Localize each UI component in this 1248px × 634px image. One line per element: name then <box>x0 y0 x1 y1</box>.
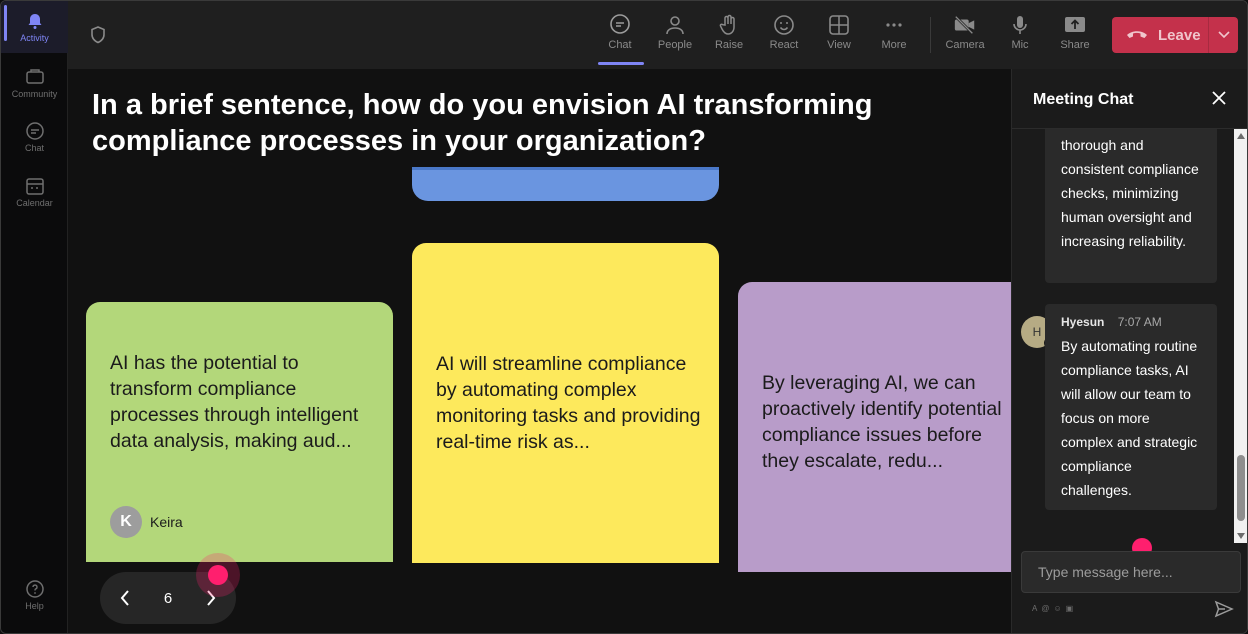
more-button[interactable]: More <box>869 13 919 51</box>
chat-icon <box>25 121 45 141</box>
react-button[interactable]: React <box>759 13 809 51</box>
view-button[interactable]: View <box>814 13 864 51</box>
mic-button[interactable]: Mic <box>995 13 1045 51</box>
microphone-icon <box>1008 13 1032 37</box>
more-label: More <box>881 39 907 51</box>
camera-label: Camera <box>945 39 985 51</box>
active-tab-indicator <box>598 62 644 65</box>
react-label: React <box>769 39 799 51</box>
hand-icon <box>717 13 741 37</box>
send-icon[interactable] <box>1214 599 1234 619</box>
grid-view-icon <box>827 13 851 37</box>
view-label: View <box>827 39 851 51</box>
chat-bubble-icon <box>608 13 632 37</box>
chat-message: Hyesun 7:07 AM By automating routine com… <box>1045 304 1217 510</box>
next-page-button[interactable] <box>199 586 223 610</box>
chat-title: Meeting Chat <box>1033 91 1134 108</box>
poll-question: In a brief sentence, how do you envision… <box>92 89 873 157</box>
response-card[interactable]: AI has the potential to transform compli… <box>86 302 393 562</box>
meeting-chat-panel: Meeting Chat thorough and consistent com… <box>1011 69 1247 633</box>
calendar-icon <box>25 176 45 196</box>
toolbar-divider <box>930 17 931 53</box>
presentation-stage: In a brief sentence, how do you envision… <box>68 69 1011 633</box>
meeting-toolbar: Chat People Raise React View More Camera… <box>68 1 1247 69</box>
leave-button[interactable]: Leave <box>1112 17 1238 53</box>
teams-meeting-window: Activity Community Chat Calendar Help Ch… <box>0 0 1248 634</box>
more-dots-icon <box>882 13 906 37</box>
people-label: People <box>657 39 693 51</box>
rail-label-chat: Chat <box>24 143 44 153</box>
rail-item-community[interactable]: Community <box>1 67 68 99</box>
raise-hand-button[interactable]: Raise <box>704 13 754 51</box>
rail-label-community: Community <box>11 89 58 99</box>
share-screen-icon <box>1063 13 1087 37</box>
camera-button[interactable]: Camera <box>940 13 990 51</box>
response-text: AI has the potential to transform compli… <box>110 352 359 452</box>
chat-label: Chat <box>608 39 632 51</box>
camera-off-icon <box>953 13 977 37</box>
avatar: K <box>110 506 142 538</box>
person-icon <box>663 13 687 37</box>
chat-button[interactable]: Chat <box>595 13 645 51</box>
rail-label-activity: Activity <box>20 33 49 43</box>
format-toolbar: A @ ☺ ▣ <box>1032 604 1073 613</box>
hang-up-icon <box>1126 27 1148 44</box>
shield-icon[interactable] <box>88 25 108 45</box>
chat-scrollbar[interactable] <box>1234 129 1247 543</box>
message-time: 7:07 AM <box>1117 315 1162 329</box>
raise-label: Raise <box>714 39 744 51</box>
bell-icon <box>25 11 45 31</box>
smiley-icon <box>772 13 796 37</box>
scroll-up-icon[interactable] <box>1237 133 1245 139</box>
people-button[interactable]: People <box>650 13 700 51</box>
community-icon <box>25 67 45 87</box>
rail-label-help: Help <box>25 601 44 611</box>
page-number: 6 <box>163 589 173 607</box>
response-card-partial[interactable] <box>412 167 719 201</box>
response-card[interactable]: AI will streamline compliance by automat… <box>412 243 719 563</box>
chevron-down-icon[interactable] <box>1208 17 1238 53</box>
format-text-icon[interactable]: A <box>1032 604 1037 613</box>
scroll-down-icon[interactable] <box>1237 533 1245 539</box>
avatar-initial: H <box>1032 325 1042 339</box>
rail-item-calendar[interactable]: Calendar <box>1 176 68 208</box>
message-text: thorough and consistent compliance check… <box>1061 137 1199 249</box>
mic-label: Mic <box>1011 39 1029 51</box>
response-text: AI will streamline compliance by automat… <box>436 353 701 453</box>
rail-item-activity[interactable]: Activity <box>1 1 68 53</box>
leave-label: Leave <box>1158 26 1201 44</box>
chat-header: Meeting Chat <box>1012 69 1247 129</box>
rail-item-chat[interactable]: Chat <box>1 121 68 153</box>
rail-item-help[interactable]: Help <box>1 579 68 611</box>
message-placeholder: Type message here... <box>1038 564 1173 580</box>
rail-label-calendar: Calendar <box>16 198 53 208</box>
previous-page-button[interactable] <box>113 586 137 610</box>
attach-icon[interactable]: @ <box>1041 604 1049 613</box>
pointer-indicator <box>208 565 228 585</box>
emoji-icon[interactable]: ☺ <box>1053 604 1061 613</box>
share-label: Share <box>1060 39 1090 51</box>
message-meta: Hyesun 7:07 AM <box>1061 314 1201 330</box>
message-text: By automating routine compliance tasks, … <box>1061 338 1198 498</box>
author-name: Keira <box>150 514 183 530</box>
gif-icon[interactable]: ▣ <box>1066 604 1074 613</box>
message-input[interactable]: Type message here... <box>1021 551 1241 593</box>
response-text: By leveraging AI, we can proactively ide… <box>762 372 1002 472</box>
left-rail: Activity Community Chat Calendar Help <box>1 1 68 633</box>
close-icon[interactable] <box>1210 89 1228 107</box>
card-author: K Keira <box>110 506 183 538</box>
scroll-thumb[interactable] <box>1237 455 1245 521</box>
sender-name: Hyesun <box>1061 315 1105 329</box>
share-button[interactable]: Share <box>1050 13 1100 51</box>
response-card[interactable]: By leveraging AI, we can proactively ide… <box>738 282 1011 572</box>
chat-message: thorough and consistent compliance check… <box>1045 129 1217 283</box>
help-icon <box>25 579 45 599</box>
